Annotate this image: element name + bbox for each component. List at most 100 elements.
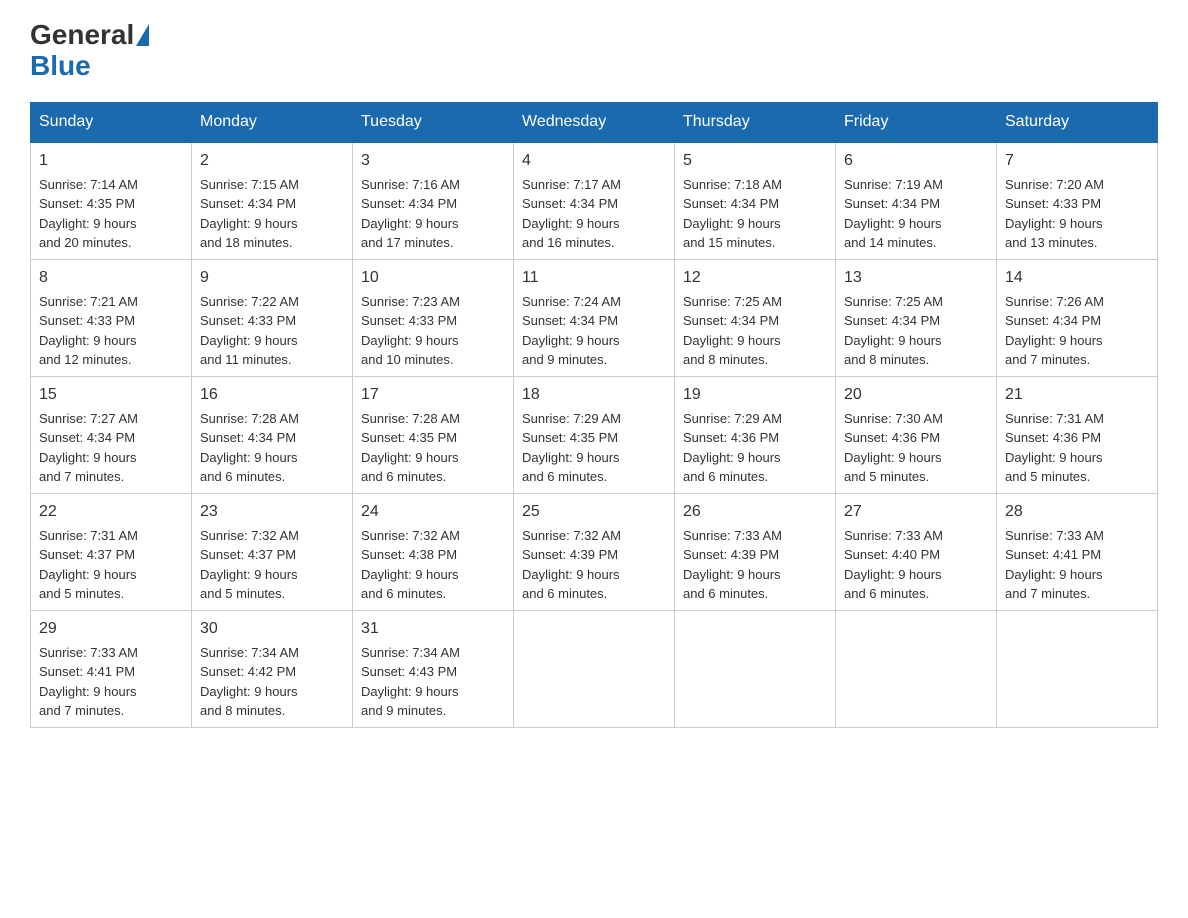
calendar-cell: 29 Sunrise: 7:33 AMSunset: 4:41 PMDayligh…: [31, 610, 192, 727]
day-info: Sunrise: 7:17 AMSunset: 4:34 PMDaylight:…: [522, 177, 621, 251]
calendar-cell: 18 Sunrise: 7:29 AMSunset: 4:35 PMDayligh…: [514, 376, 675, 493]
day-number: 24: [361, 500, 505, 524]
weekday-header-row: SundayMondayTuesdayWednesdayThursdayFrid…: [31, 102, 1158, 142]
day-number: 15: [39, 383, 183, 407]
day-number: 2: [200, 149, 344, 173]
day-number: 30: [200, 617, 344, 641]
day-info: Sunrise: 7:33 AMSunset: 4:41 PMDaylight:…: [39, 645, 138, 719]
day-info: Sunrise: 7:33 AMSunset: 4:41 PMDaylight:…: [1005, 528, 1104, 602]
day-number: 5: [683, 149, 827, 173]
day-number: 16: [200, 383, 344, 407]
day-info: Sunrise: 7:18 AMSunset: 4:34 PMDaylight:…: [683, 177, 782, 251]
calendar-cell: 2Sunrise: 7:15 AMSunset: 4:34 PMDaylight…: [192, 142, 353, 260]
day-number: 9: [200, 266, 344, 290]
day-number: 13: [844, 266, 988, 290]
day-info: Sunrise: 7:32 AMSunset: 4:38 PMDaylight:…: [361, 528, 460, 602]
logo-top-line: General: [30, 20, 152, 51]
day-number: 11: [522, 266, 666, 290]
day-number: 18: [522, 383, 666, 407]
day-number: 23: [200, 500, 344, 524]
week-row-5: 29 Sunrise: 7:33 AMSunset: 4:41 PMDayligh…: [31, 610, 1158, 727]
calendar-cell: [836, 610, 997, 727]
weekday-header-monday: Monday: [192, 102, 353, 142]
day-info: Sunrise: 7:27 AMSunset: 4:34 PMDaylight:…: [39, 411, 138, 485]
weekday-header-tuesday: Tuesday: [353, 102, 514, 142]
calendar-cell: 4 Sunrise: 7:17 AMSunset: 4:34 PMDaylight…: [514, 142, 675, 260]
calendar-cell: 1Sunrise: 7:14 AMSunset: 4:35 PMDaylight…: [31, 142, 192, 260]
calendar-cell: 20Sunrise: 7:30 AMSunset: 4:36 PMDayligh…: [836, 376, 997, 493]
day-info: Sunrise: 7:28 AMSunset: 4:35 PMDaylight:…: [361, 411, 460, 485]
day-info: Sunrise: 7:33 AMSunset: 4:39 PMDaylight:…: [683, 528, 782, 602]
day-number: 31: [361, 617, 505, 641]
weekday-header-saturday: Saturday: [997, 102, 1158, 142]
day-info: Sunrise: 7:31 AMSunset: 4:36 PMDaylight:…: [1005, 411, 1104, 485]
calendar-cell: 12 Sunrise: 7:25 AMSunset: 4:34 PMDayligh…: [675, 259, 836, 376]
calendar-cell: 17 Sunrise: 7:28 AMSunset: 4:35 PMDayligh…: [353, 376, 514, 493]
logo-bottom-line: Blue: [30, 51, 91, 82]
calendar-cell: 7Sunrise: 7:20 AMSunset: 4:33 PMDaylight…: [997, 142, 1158, 260]
calendar-cell: 9Sunrise: 7:22 AMSunset: 4:33 PMDaylight…: [192, 259, 353, 376]
day-number: 27: [844, 500, 988, 524]
logo-triangle-icon: [136, 24, 149, 46]
day-number: 10: [361, 266, 505, 290]
calendar-cell: 24 Sunrise: 7:32 AMSunset: 4:38 PMDayligh…: [353, 493, 514, 610]
day-info: Sunrise: 7:33 AMSunset: 4:40 PMDaylight:…: [844, 528, 943, 602]
calendar-cell: 10 Sunrise: 7:23 AMSunset: 4:33 PMDayligh…: [353, 259, 514, 376]
day-info: Sunrise: 7:29 AMSunset: 4:35 PMDaylight:…: [522, 411, 621, 485]
day-number: 29: [39, 617, 183, 641]
weekday-header-thursday: Thursday: [675, 102, 836, 142]
day-number: 8: [39, 266, 183, 290]
calendar-cell: 19Sunrise: 7:29 AMSunset: 4:36 PMDayligh…: [675, 376, 836, 493]
day-info: Sunrise: 7:26 AMSunset: 4:34 PMDaylight:…: [1005, 294, 1104, 368]
calendar-cell: 3Sunrise: 7:16 AMSunset: 4:34 PMDaylight…: [353, 142, 514, 260]
calendar-cell: 5 Sunrise: 7:18 AMSunset: 4:34 PMDaylight…: [675, 142, 836, 260]
calendar-cell: [997, 610, 1158, 727]
day-number: 12: [683, 266, 827, 290]
calendar-cell: 26Sunrise: 7:33 AMSunset: 4:39 PMDayligh…: [675, 493, 836, 610]
day-info: Sunrise: 7:21 AMSunset: 4:33 PMDaylight:…: [39, 294, 138, 368]
calendar-cell: 8 Sunrise: 7:21 AMSunset: 4:33 PMDaylight…: [31, 259, 192, 376]
calendar-cell: 15 Sunrise: 7:27 AMSunset: 4:34 PMDayligh…: [31, 376, 192, 493]
day-info: Sunrise: 7:24 AMSunset: 4:34 PMDaylight:…: [522, 294, 621, 368]
day-number: 14: [1005, 266, 1149, 290]
weekday-header-wednesday: Wednesday: [514, 102, 675, 142]
day-info: Sunrise: 7:31 AMSunset: 4:37 PMDaylight:…: [39, 528, 138, 602]
calendar-cell: 13 Sunrise: 7:25 AMSunset: 4:34 PMDayligh…: [836, 259, 997, 376]
day-info: Sunrise: 7:14 AMSunset: 4:35 PMDaylight:…: [39, 177, 138, 251]
day-info: Sunrise: 7:23 AMSunset: 4:33 PMDaylight:…: [361, 294, 460, 368]
day-info: Sunrise: 7:34 AMSunset: 4:42 PMDaylight:…: [200, 645, 299, 719]
day-info: Sunrise: 7:19 AMSunset: 4:34 PMDaylight:…: [844, 177, 943, 251]
day-number: 19: [683, 383, 827, 407]
calendar-cell: 14 Sunrise: 7:26 AMSunset: 4:34 PMDayligh…: [997, 259, 1158, 376]
logo-general: General: [30, 20, 134, 51]
day-number: 17: [361, 383, 505, 407]
day-number: 25: [522, 500, 666, 524]
day-info: Sunrise: 7:25 AMSunset: 4:34 PMDaylight:…: [844, 294, 943, 368]
weekday-header-friday: Friday: [836, 102, 997, 142]
logo-blue-text: Blue: [30, 51, 91, 82]
day-info: Sunrise: 7:30 AMSunset: 4:36 PMDaylight:…: [844, 411, 943, 485]
calendar-cell: 6 Sunrise: 7:19 AMSunset: 4:34 PMDaylight…: [836, 142, 997, 260]
calendar-cell: [675, 610, 836, 727]
calendar-cell: 28 Sunrise: 7:33 AMSunset: 4:41 PMDayligh…: [997, 493, 1158, 610]
calendar-cell: 21 Sunrise: 7:31 AMSunset: 4:36 PMDayligh…: [997, 376, 1158, 493]
day-info: Sunrise: 7:25 AMSunset: 4:34 PMDaylight:…: [683, 294, 782, 368]
calendar-cell: 27 Sunrise: 7:33 AMSunset: 4:40 PMDayligh…: [836, 493, 997, 610]
day-number: 6: [844, 149, 988, 173]
day-info: Sunrise: 7:20 AMSunset: 4:33 PMDaylight:…: [1005, 177, 1104, 251]
weekday-header-sunday: Sunday: [31, 102, 192, 142]
calendar-cell: 11 Sunrise: 7:24 AMSunset: 4:34 PMDayligh…: [514, 259, 675, 376]
day-info: Sunrise: 7:32 AMSunset: 4:37 PMDaylight:…: [200, 528, 299, 602]
week-row-3: 15 Sunrise: 7:27 AMSunset: 4:34 PMDayligh…: [31, 376, 1158, 493]
calendar-cell: 31 Sunrise: 7:34 AMSunset: 4:43 PMDayligh…: [353, 610, 514, 727]
calendar-cell: [514, 610, 675, 727]
day-number: 3: [361, 149, 505, 173]
day-number: 28: [1005, 500, 1149, 524]
day-info: Sunrise: 7:34 AMSunset: 4:43 PMDaylight:…: [361, 645, 460, 719]
calendar-cell: 22Sunrise: 7:31 AMSunset: 4:37 PMDayligh…: [31, 493, 192, 610]
calendar-table: SundayMondayTuesdayWednesdayThursdayFrid…: [30, 102, 1158, 728]
day-info: Sunrise: 7:28 AMSunset: 4:34 PMDaylight:…: [200, 411, 299, 485]
day-number: 21: [1005, 383, 1149, 407]
day-number: 4: [522, 149, 666, 173]
day-info: Sunrise: 7:32 AMSunset: 4:39 PMDaylight:…: [522, 528, 621, 602]
